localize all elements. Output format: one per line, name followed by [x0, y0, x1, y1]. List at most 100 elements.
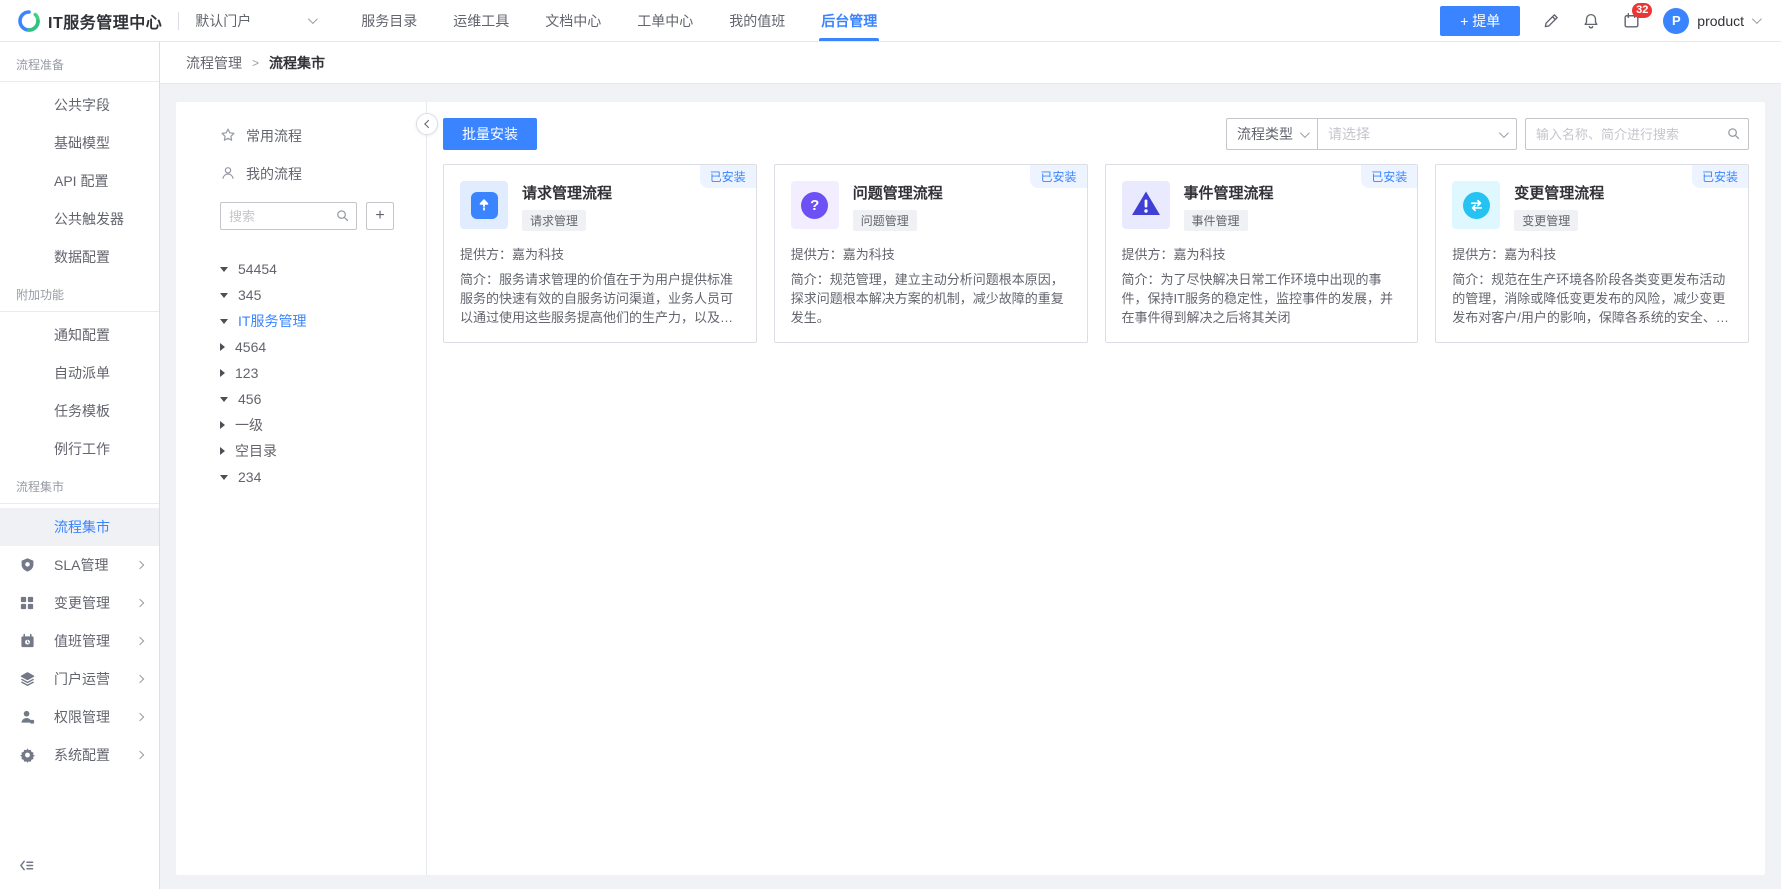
sidebar-collapse-button[interactable] [0, 841, 159, 889]
process-type-select[interactable]: 流程类型 [1227, 119, 1317, 149]
sidebar-item-sla[interactable]: SLA管理 [0, 546, 159, 584]
sidebar-item-change-mgmt[interactable]: 变更管理 [0, 584, 159, 622]
nav-item-admin[interactable]: 后台管理 [803, 0, 895, 41]
left-sidebar: 流程准备 公共字段 基础模型 API 配置 公共触发器 数据配置 附加功能 通知… [0, 42, 160, 889]
layers-icon [20, 672, 35, 687]
caret-right-icon[interactable] [220, 421, 225, 429]
card-title-block: 问题管理流程 问题管理 [853, 181, 943, 231]
shortcut-common-processes[interactable]: 常用流程 [220, 126, 426, 146]
sidebar-item-label: 数据配置 [54, 247, 110, 267]
process-card-problem[interactable]: 已安装 ? 问题管理流程 问题管理 [774, 164, 1088, 343]
nav-item-doc-center[interactable]: 文档中心 [527, 0, 619, 41]
create-ticket-button[interactable]: + 提单 [1440, 6, 1520, 36]
tree-node-label: 空目录 [235, 441, 277, 461]
breadcrumb-parent[interactable]: 流程管理 [186, 53, 242, 73]
tree-node[interactable]: 一级 [220, 412, 426, 438]
user-name: product [1697, 13, 1744, 29]
nav-item-ticket-center[interactable]: 工单中心 [619, 0, 711, 41]
card-header: 事件管理流程 事件管理 [1122, 181, 1402, 231]
type-value-placeholder: 请选择 [1328, 124, 1370, 144]
portal-select[interactable]: 默认门户 [195, 11, 315, 31]
content-background: 常用流程 我的流程 [160, 84, 1781, 889]
caret-down-icon[interactable] [220, 397, 228, 402]
change-card-icon-box [1452, 181, 1500, 229]
caret-down-icon[interactable] [220, 475, 228, 480]
tree-node-label: 456 [238, 391, 261, 407]
process-cards-grid: 已安装 [443, 164, 1749, 343]
sidebar-item-task-template[interactable]: 任务模板 [0, 392, 159, 430]
market-search-input[interactable] [1525, 118, 1749, 150]
process-tree-panel: 常用流程 我的流程 [176, 102, 427, 875]
user-icon [220, 165, 236, 184]
shortcut-my-processes[interactable]: 我的流程 [220, 164, 426, 184]
caret-right-icon[interactable] [220, 343, 225, 351]
sidebar-item-label: 基础模型 [54, 133, 110, 153]
type-value-select[interactable]: 请选择 [1317, 119, 1516, 149]
divider [0, 503, 159, 504]
sidebar-item-common-fields[interactable]: 公共字段 [0, 86, 159, 124]
sidebar-item-api-config[interactable]: API 配置 [0, 162, 159, 200]
caret-right-icon[interactable] [220, 447, 225, 455]
sidebar-item-base-models[interactable]: 基础模型 [0, 124, 159, 162]
market-toolbar: 批量安装 流程类型 请选择 [443, 118, 1749, 150]
nav-item-ops-tools[interactable]: 运维工具 [435, 0, 527, 41]
tree-node-selected[interactable]: IT服务管理 [220, 308, 426, 334]
caret-right-icon[interactable] [220, 369, 225, 377]
tree-search [220, 202, 357, 230]
duty-calendar-icon [20, 634, 35, 649]
process-card-change[interactable]: 已安装 [1435, 164, 1749, 343]
tree-node[interactable]: 123 [220, 360, 426, 386]
nav-item-service-catalog[interactable]: 服务目录 [343, 0, 435, 41]
add-folder-button[interactable]: + [366, 202, 394, 230]
sidebar-item-data-config[interactable]: 数据配置 [0, 238, 159, 276]
nav-item-my-duty[interactable]: 我的值班 [711, 0, 803, 41]
sidebar-item-label: 通知配置 [54, 325, 110, 345]
sidebar-item-label: 公共触发器 [54, 209, 124, 229]
caret-down-icon[interactable] [220, 319, 228, 324]
chevron-right-icon [136, 561, 144, 569]
divider [0, 81, 159, 82]
shortcut-label: 我的流程 [246, 164, 302, 184]
sidebar-item-label: 任务模板 [54, 401, 110, 421]
card-provider: 提供方：嘉为科技 [791, 244, 1071, 263]
process-card-request[interactable]: 已安装 [443, 164, 757, 343]
installed-badge: 已安装 [1692, 165, 1748, 188]
sidebar-item-label: API 配置 [54, 171, 108, 191]
tree-node[interactable]: 4564 [220, 334, 426, 360]
sidebar-item-portal-ops[interactable]: 门户运营 [0, 660, 159, 698]
sidebar-item-auto-dispatch[interactable]: 自动派单 [0, 354, 159, 392]
chevron-down-icon [1499, 128, 1509, 138]
sidebar-item-process-market[interactable]: 流程集市 [0, 508, 159, 546]
sidebar-section-title: 附加功能 [0, 276, 159, 311]
panel-collapse-button[interactable] [416, 113, 438, 135]
sidebar-item-duty-mgmt[interactable]: 值班管理 [0, 622, 159, 660]
filter-select-group: 流程类型 请选择 [1226, 118, 1517, 150]
sidebar-item-common-triggers[interactable]: 公共触发器 [0, 200, 159, 238]
sidebar-item-routine-work[interactable]: 例行工作 [0, 430, 159, 468]
sidebar-item-label: 门户运营 [54, 669, 110, 689]
card-tag: 事件管理 [1184, 210, 1248, 231]
tree-node[interactable]: 空目录 [220, 438, 426, 464]
grid-icon [20, 596, 34, 610]
caret-down-icon[interactable] [220, 267, 228, 272]
caret-down-icon[interactable] [220, 293, 228, 298]
bell-icon[interactable] [1582, 12, 1600, 30]
batch-install-button[interactable]: 批量安装 [443, 118, 537, 150]
sidebar-item-system-config[interactable]: 系统配置 [0, 736, 159, 774]
tree-node[interactable]: 234 [220, 464, 426, 490]
card-description: 简介：规范在生产环境各阶段各类变更发布活动的管理，消除或降低变更发布的风险，减少… [1452, 271, 1732, 328]
market-main-area: 批量安装 流程类型 请选择 [427, 102, 1765, 875]
card-description: 简介：服务请求管理的价值在于为用户提供标准服务的快速有效的自服务访问渠道，业务人… [460, 271, 740, 328]
sidebar-item-permission-mgmt[interactable]: 权限管理 [0, 698, 159, 736]
tree-node[interactable]: 345 [220, 282, 426, 308]
problem-card-icon-box: ? [791, 181, 839, 229]
tree-node[interactable]: 54454 [220, 256, 426, 282]
notifications-calendar-icon[interactable]: 32 [1622, 11, 1641, 30]
sla-shield-icon [20, 558, 35, 573]
tree-node[interactable]: 456 [220, 386, 426, 412]
user-menu[interactable]: P product [1663, 8, 1759, 34]
card-tag: 变更管理 [1514, 210, 1578, 231]
edit-pencil-icon[interactable] [1542, 12, 1560, 30]
sidebar-item-notify-config[interactable]: 通知配置 [0, 316, 159, 354]
process-card-incident[interactable]: 已安装 [1105, 164, 1419, 343]
